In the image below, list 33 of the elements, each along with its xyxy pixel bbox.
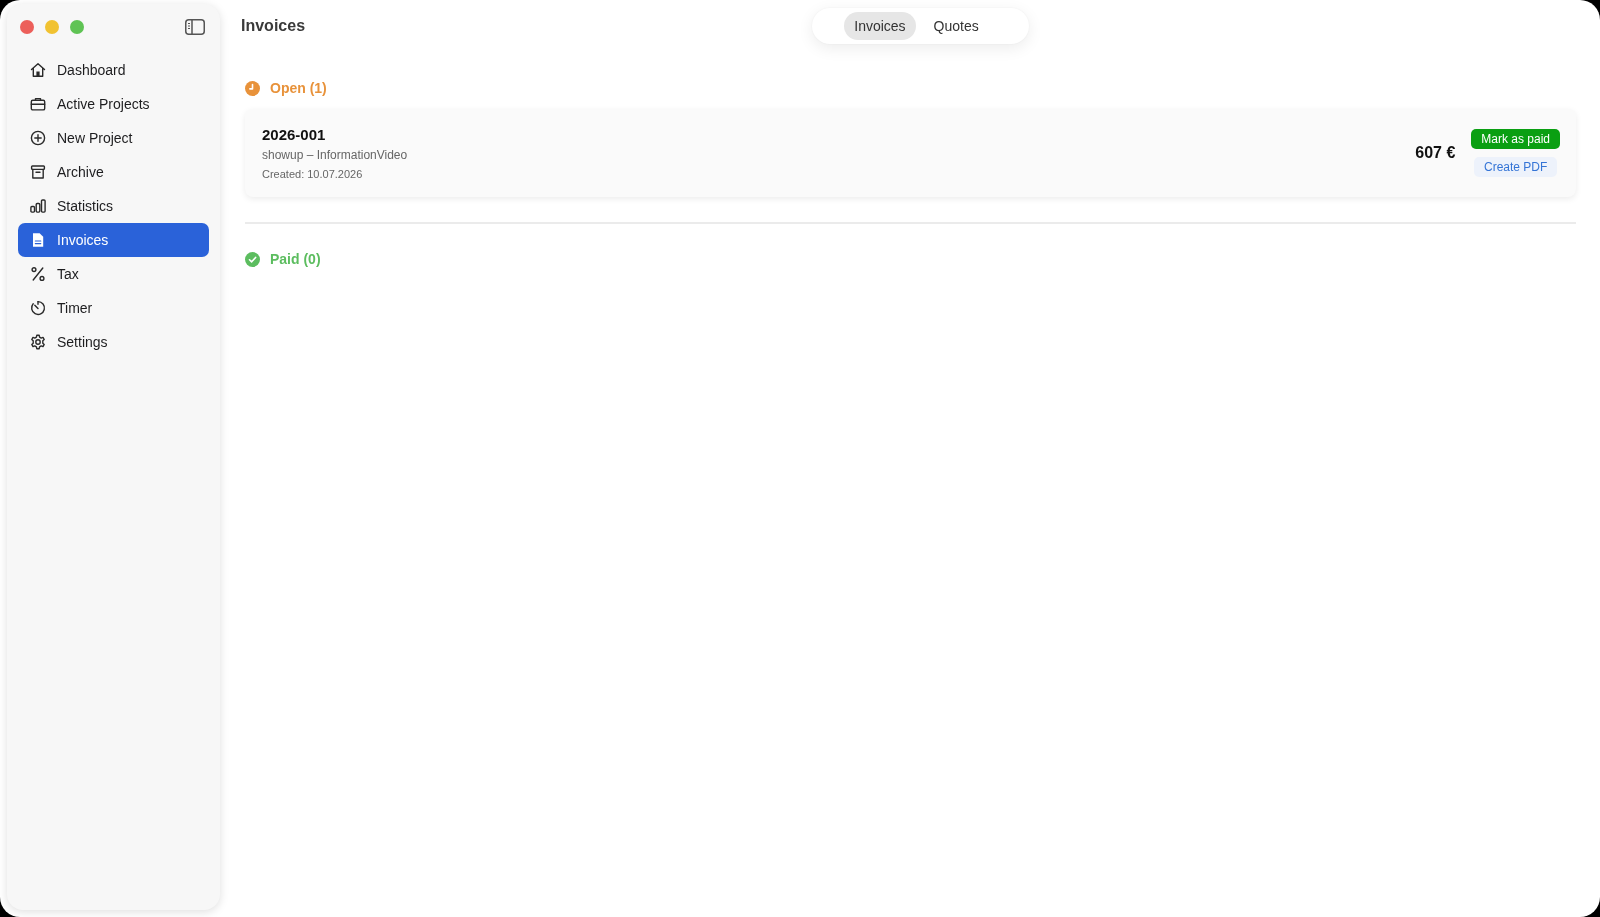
- sidebar-item[interactable]: Tax: [18, 257, 209, 291]
- house-icon: [30, 62, 46, 78]
- segment-tab[interactable]: Quotes: [923, 12, 989, 40]
- settings-icon: [30, 334, 46, 350]
- sidebar-item[interactable]: Settings: [18, 325, 209, 359]
- sidebar-item[interactable]: Archive: [18, 155, 209, 189]
- invoice-created-date: Created: 10.07.2026: [262, 168, 363, 180]
- bar-chart-icon: [30, 198, 46, 214]
- section-title: Open (1): [270, 80, 327, 96]
- plus-circle-icon: [30, 130, 46, 146]
- sidebar-item[interactable]: Dashboard: [18, 53, 209, 87]
- sidebar-item[interactable]: Invoices: [18, 223, 209, 257]
- sidebar-item[interactable]: Timer: [18, 291, 209, 325]
- sidebar-item[interactable]: Active Projects: [18, 87, 209, 121]
- sidebar-item[interactable]: Statistics: [18, 189, 209, 223]
- section-title: Paid (0): [270, 251, 321, 267]
- percent-icon: [30, 266, 46, 282]
- timer-icon: [30, 300, 46, 316]
- sidebar-item[interactable]: New Project: [18, 121, 209, 155]
- invoice-amount: 607 €: [1415, 144, 1456, 162]
- segment-tab[interactable]: Invoices: [844, 12, 916, 40]
- create-pdf-button[interactable]: Create PDF: [1473, 157, 1558, 177]
- invoice-number: 2026-001: [262, 126, 326, 143]
- minimize-window-icon[interactable]: [45, 19, 59, 34]
- sidebar-toggle-icon[interactable]: [185, 18, 205, 35]
- zoom-window-icon[interactable]: [70, 19, 84, 34]
- mark-paid-button[interactable]: Mark as paid: [1471, 129, 1560, 149]
- invoice-client: showup – InformationVideo: [262, 148, 408, 162]
- archive-box-icon: [30, 164, 46, 180]
- page-title: Invoices: [241, 17, 306, 35]
- close-window-icon[interactable]: [20, 19, 34, 34]
- briefcase-icon: [30, 96, 46, 112]
- document-icon: [30, 232, 46, 248]
